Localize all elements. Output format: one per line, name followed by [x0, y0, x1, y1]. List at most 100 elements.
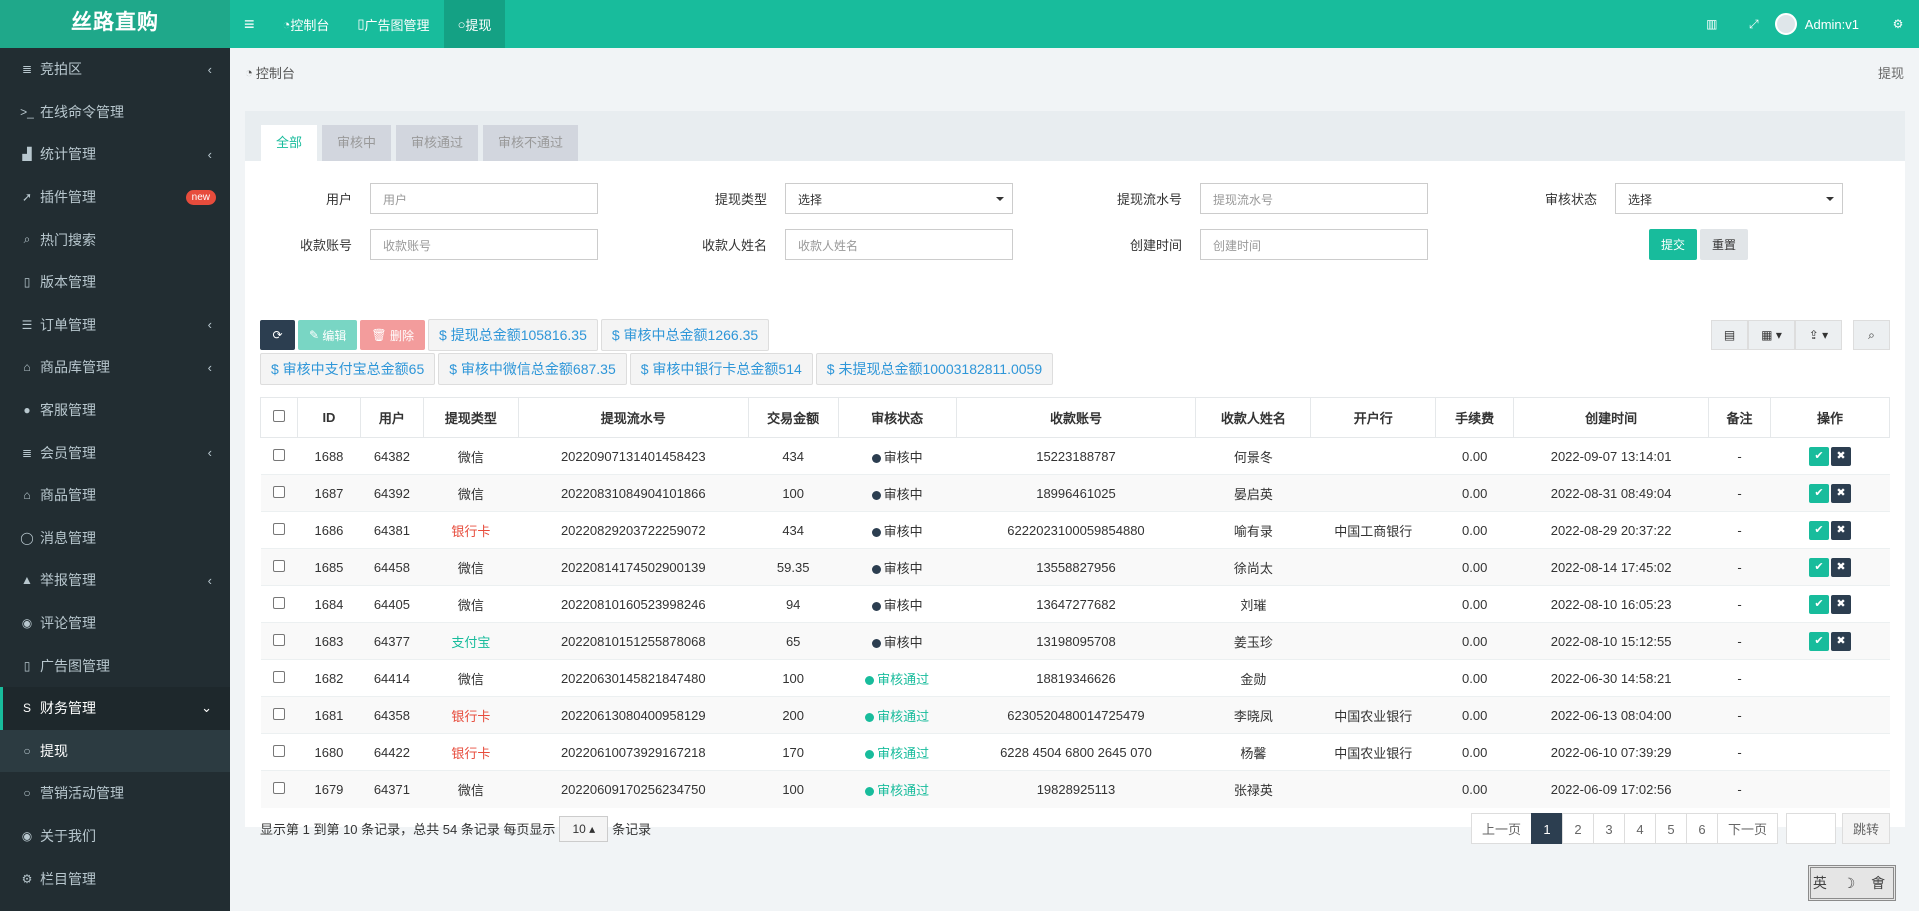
row-checkbox[interactable] — [272, 670, 285, 683]
settings-icon[interactable]: ⚙ — [1877, 17, 1919, 31]
name-input[interactable]: 收款人姓名 — [785, 229, 1013, 260]
time-input[interactable]: 创建时间 — [1200, 229, 1428, 260]
jump-button[interactable]: 跳转 — [1841, 813, 1890, 844]
table-row[interactable]: 1679 64371 微信 20220609170256234750 100 审核通过 19… — [260, 770, 1890, 808]
column-header[interactable]: 创建时间 — [1513, 397, 1710, 438]
page-size-select[interactable]: 10 ▴ — [559, 815, 609, 842]
reject-x-icon[interactable]: ✖ — [1830, 557, 1851, 577]
table-row[interactable]: 1682 64414 微信 20220630145821847480 100 审核通过 18… — [260, 659, 1890, 697]
toggle-view-icon[interactable]: ▤ — [1711, 320, 1748, 350]
column-header[interactable]: 开户行 — [1310, 397, 1437, 438]
sidebar-item[interactable]: ▟ 统计管理 ‹ — [0, 133, 230, 176]
page-number-button[interactable]: 1 — [1530, 813, 1563, 844]
export-icon[interactable]: ⇪ ▾ — [1795, 320, 1842, 350]
type-select[interactable]: 选择 — [785, 183, 1013, 214]
sidebar-item[interactable]: ▯ 广告图管理 — [0, 644, 230, 687]
sidebar-item[interactable]: ⌕ 热门搜索 — [0, 218, 230, 261]
column-header[interactable]: ID — [296, 397, 361, 438]
status-select[interactable]: 选择 — [1615, 183, 1843, 214]
row-checkbox[interactable] — [272, 596, 285, 609]
row-checkbox[interactable] — [272, 448, 285, 461]
sidebar-item[interactable]: ➚ 插件管理 new — [0, 176, 230, 219]
edit-button[interactable]: ✎ 编辑 — [298, 320, 358, 350]
reject-x-icon[interactable]: ✖ — [1830, 446, 1851, 466]
reject-x-icon[interactable]: ✖ — [1830, 520, 1851, 540]
row-checkbox[interactable] — [272, 707, 285, 720]
sidebar-item[interactable]: ◉ 评论管理 — [0, 602, 230, 645]
prev-page-button[interactable]: 上一页 — [1470, 813, 1532, 844]
app-logo[interactable]: 丝路直购 — [0, 0, 230, 48]
row-checkbox[interactable] — [272, 559, 285, 572]
sidebar-item[interactable]: ⌂ 商品管理 — [0, 474, 230, 517]
user-name[interactable]: Admin:v1 — [1805, 17, 1859, 32]
sidebar-item[interactable]: ☰ 订单管理 ‹ — [0, 304, 230, 347]
account-input[interactable]: 收款账号 — [370, 229, 598, 260]
refresh-button[interactable]: ⟳ — [260, 320, 295, 350]
breadcrumb-home[interactable]: 控制台 — [256, 63, 295, 82]
page-number-button[interactable]: 2 — [1561, 813, 1594, 844]
approve-check-icon[interactable]: ✔ — [1808, 631, 1829, 651]
sidebar-item[interactable]: ≣ 会员管理 ‹ — [0, 431, 230, 474]
sidebar-item[interactable]: >_ 在线命令管理 — [0, 91, 230, 134]
menu-toggle-icon[interactable]: ≡ — [230, 0, 269, 48]
column-header[interactable]: 交易金额 — [747, 397, 839, 438]
approve-check-icon[interactable]: ✔ — [1808, 594, 1829, 614]
jump-page-input[interactable] — [1785, 813, 1836, 844]
sidebar-item[interactable]: ▲ 举报管理 ‹ — [0, 559, 230, 602]
column-header[interactable]: 操作 — [1769, 397, 1891, 438]
sum-wechat[interactable]: $ 审核中微信总金额687.35 — [438, 353, 627, 385]
column-header[interactable]: 提现类型 — [422, 397, 519, 438]
sum-pending[interactable]: $ 审核中总金额1266.35 — [600, 319, 770, 351]
status-tab[interactable]: 审核不通过 — [483, 125, 579, 161]
reject-x-icon[interactable]: ✖ — [1830, 483, 1851, 503]
clear-cache-icon[interactable]: ▥ — [1691, 17, 1733, 31]
page-number-button[interactable]: 3 — [1592, 813, 1625, 844]
row-checkbox[interactable] — [272, 485, 285, 498]
sum-bankcard[interactable]: $ 审核中银行卡总金额514 — [629, 353, 813, 385]
row-checkbox[interactable] — [272, 633, 285, 646]
submit-button[interactable]: 提交 — [1649, 229, 1697, 260]
table-row[interactable]: 1681 64358 银行卡 20220613080400958129 200 审核通过 6… — [260, 696, 1890, 734]
next-page-button[interactable]: 下一页 — [1716, 813, 1778, 844]
user-input[interactable]: 用户 — [370, 183, 598, 214]
table-row[interactable]: 1688 64382 微信 20220907131401458423 434 审核中 152… — [260, 437, 1890, 475]
row-checkbox[interactable] — [272, 522, 285, 535]
reset-button[interactable]: 重置 — [1700, 229, 1748, 260]
sidebar-item[interactable]: ○ 营销活动管理 — [0, 772, 230, 815]
table-row[interactable]: 1680 64422 银行卡 20220610073929167218 170 审核通过 6… — [260, 733, 1890, 771]
reject-x-icon[interactable]: ✖ — [1830, 631, 1851, 651]
sidebar-item[interactable]: ◯ 消息管理 — [0, 517, 230, 560]
sidebar-item[interactable]: ⌂ 商品库管理 ‹ — [0, 346, 230, 389]
table-row[interactable]: 1687 64392 微信 20220831084904101866 100 审核中 189… — [260, 474, 1890, 512]
sidebar-item[interactable]: ⚙ 栏目管理 — [0, 857, 230, 900]
status-tab[interactable]: 审核中 — [322, 125, 392, 161]
columns-icon[interactable]: ▦ ▾ — [1748, 320, 1795, 350]
table-row[interactable]: 1684 64405 微信 20220810160523998246 94 审核中 1364… — [260, 585, 1890, 623]
page-number-button[interactable]: 4 — [1623, 813, 1656, 844]
sidebar-item[interactable]: ≣ 竞拍区 ‹ — [0, 48, 230, 91]
approve-check-icon[interactable]: ✔ — [1808, 557, 1829, 577]
search-icon[interactable]: ⌕ — [1853, 320, 1890, 350]
sum-total[interactable]: $ 提现总金额105816.35 — [428, 319, 598, 351]
sidebar-item[interactable]: ● 客服管理 — [0, 389, 230, 432]
approve-check-icon[interactable]: ✔ — [1808, 483, 1829, 503]
column-header[interactable]: 提现流水号 — [517, 397, 749, 438]
page-number-button[interactable]: 6 — [1685, 813, 1718, 844]
row-checkbox[interactable] — [272, 781, 285, 794]
nav-tab[interactable]: ○ 提现 — [443, 0, 506, 48]
sidebar-item[interactable]: S 财务管理 ⌄ — [0, 686, 230, 730]
sidebar-item[interactable]: ▯ 版本管理 — [0, 261, 230, 304]
column-header[interactable]: 用户 — [359, 397, 424, 438]
delete-button[interactable]: 🗑 删除 — [360, 320, 426, 350]
table-row[interactable]: 1685 64458 微信 20220814174502900139 59.35 审核中 1… — [260, 548, 1890, 586]
table-row[interactable]: 1686 64381 银行卡 20220829203722259072 434 审核中 62… — [260, 511, 1890, 549]
avatar[interactable] — [1774, 13, 1797, 35]
status-tab[interactable]: 全部 — [261, 125, 318, 161]
column-header[interactable]: 备注 — [1708, 397, 1771, 438]
fullscreen-icon[interactable]: ⤢ — [1733, 17, 1775, 32]
page-number-button[interactable]: 5 — [1654, 813, 1687, 844]
approve-check-icon[interactable]: ✔ — [1808, 520, 1829, 540]
table-row[interactable]: 1683 64377 支付宝 20220810151255878068 65 审核中 131… — [260, 622, 1890, 660]
row-checkbox[interactable] — [272, 744, 285, 757]
sum-alipay[interactable]: $ 审核中支付宝总金额65 — [260, 353, 436, 385]
